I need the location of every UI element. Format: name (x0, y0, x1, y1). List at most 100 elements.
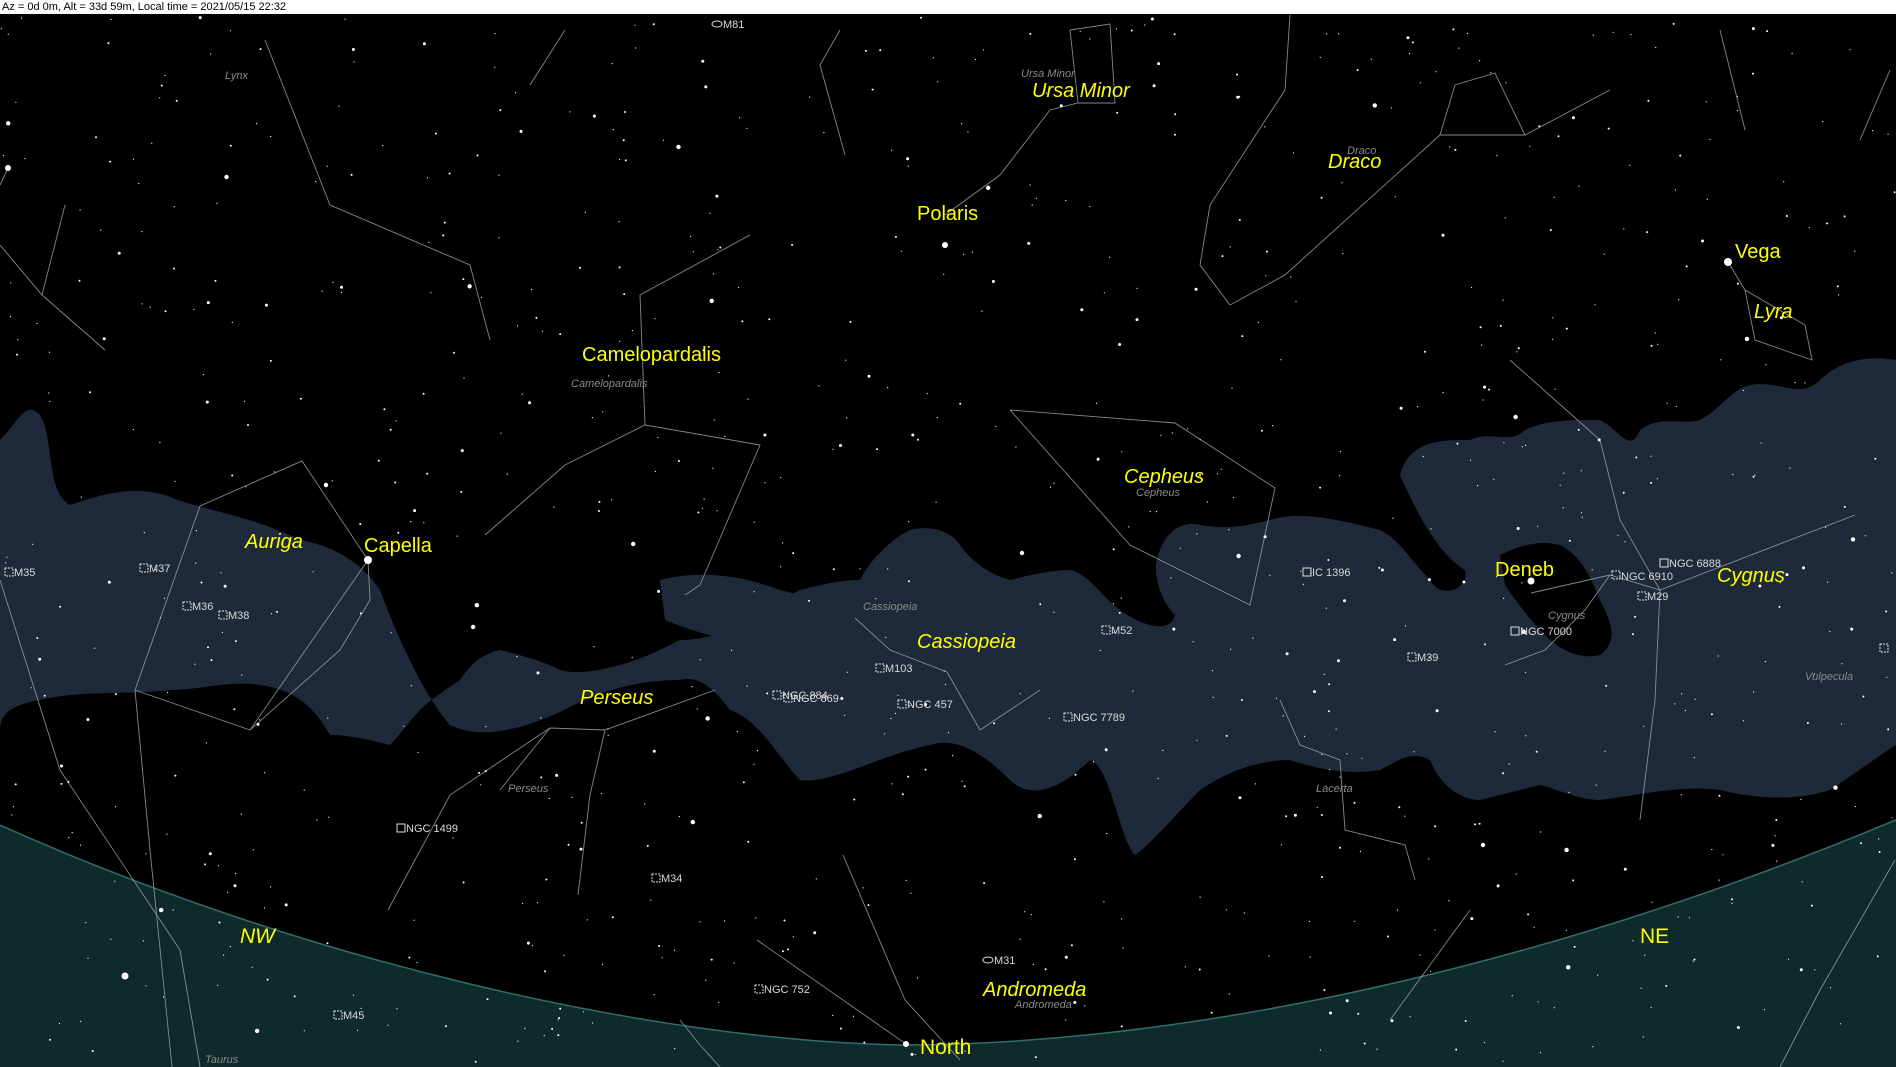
star (1650, 344, 1653, 347)
star (598, 500, 601, 503)
star (1785, 573, 1789, 577)
star (1019, 550, 1025, 556)
star (247, 424, 249, 426)
star (1116, 28, 1118, 30)
star (141, 231, 143, 233)
star (1617, 534, 1619, 536)
star (840, 697, 844, 700)
star (832, 448, 834, 450)
star (89, 391, 92, 394)
star (403, 725, 405, 727)
star (907, 165, 909, 167)
star (579, 847, 583, 851)
star (1592, 34, 1594, 36)
star (1480, 842, 1486, 848)
camelopardalis-label[interactable]: Camelopardalis (582, 344, 721, 366)
star (741, 320, 744, 323)
star (1376, 1048, 1378, 1050)
star (269, 359, 272, 362)
star (1118, 343, 1122, 346)
cepheus-label[interactable]: Cepheus (1124, 466, 1204, 488)
star (580, 821, 583, 824)
star (1838, 294, 1840, 296)
star (1496, 155, 1498, 157)
star (1435, 71, 1437, 73)
star (1220, 468, 1222, 470)
star (654, 470, 657, 473)
star (1059, 104, 1063, 108)
star (1029, 32, 1032, 35)
star (582, 1011, 585, 1013)
star (983, 49, 985, 51)
capella-label[interactable]: Capella (364, 535, 433, 557)
star (1644, 954, 1646, 956)
star (91, 1050, 94, 1052)
star (677, 460, 680, 462)
star (1732, 473, 1734, 476)
star (100, 229, 102, 231)
star (673, 949, 676, 951)
star (1826, 222, 1829, 225)
m39-label: M39 (1417, 652, 1438, 664)
star (67, 780, 70, 783)
star (1752, 475, 1755, 478)
lyra-label[interactable]: Lyra (1754, 301, 1793, 323)
star (207, 646, 209, 649)
star (1308, 920, 1310, 923)
star (498, 237, 500, 239)
star (1089, 38, 1091, 40)
star (1428, 858, 1430, 860)
deneb-label[interactable]: Deneb (1495, 559, 1554, 581)
star (1120, 1025, 1123, 1028)
star (328, 816, 330, 818)
star (1742, 720, 1744, 722)
star (1073, 1001, 1077, 1004)
star (1516, 527, 1520, 530)
star (1479, 60, 1481, 62)
star (1370, 58, 1372, 60)
star (1783, 181, 1785, 183)
star (59, 605, 62, 608)
star (350, 173, 353, 176)
cygnus-small-label: Cygnus (1548, 610, 1586, 622)
star (1568, 539, 1571, 542)
star (233, 884, 237, 888)
auriga-label[interactable]: Auriga (244, 531, 303, 553)
sky-chart[interactable]: M81 M35 M37 M36 M38 IC 1396 NGC 6888 NGC… (0, 14, 1896, 1067)
star (781, 950, 784, 953)
perseus-label[interactable]: Perseus (580, 687, 653, 709)
cassiopeia-label[interactable]: Cassiopeia (917, 631, 1016, 653)
star (1493, 478, 1495, 480)
star (704, 85, 708, 89)
star (1538, 125, 1541, 128)
star (1765, 364, 1767, 366)
capella-star[interactable] (364, 556, 372, 564)
draco-label[interactable]: Draco (1328, 151, 1381, 173)
m36-label: M36 (192, 601, 213, 613)
star (315, 180, 317, 182)
star (1549, 229, 1552, 231)
ursa-minor-label[interactable]: Ursa Minor (1032, 80, 1131, 102)
polaris-label[interactable]: Polaris (917, 203, 978, 225)
star (1640, 987, 1642, 989)
star (1179, 547, 1181, 549)
star (1524, 671, 1527, 673)
cygnus-label[interactable]: Cygnus (1717, 565, 1785, 587)
star (1554, 388, 1556, 390)
vega-label[interactable]: Vega (1735, 241, 1781, 263)
star (49, 1038, 52, 1041)
star (71, 832, 73, 834)
polaris-star[interactable] (942, 242, 948, 248)
andromeda-label[interactable]: Andromeda (982, 979, 1086, 1001)
star (555, 773, 559, 777)
star (1236, 553, 1241, 559)
vega-star[interactable] (1724, 258, 1732, 266)
star (1241, 335, 1244, 338)
star (442, 234, 445, 237)
star (1891, 817, 1893, 819)
star (863, 1041, 866, 1044)
star (1776, 860, 1778, 862)
star (610, 499, 613, 501)
star (1327, 559, 1330, 561)
star (1049, 486, 1052, 488)
